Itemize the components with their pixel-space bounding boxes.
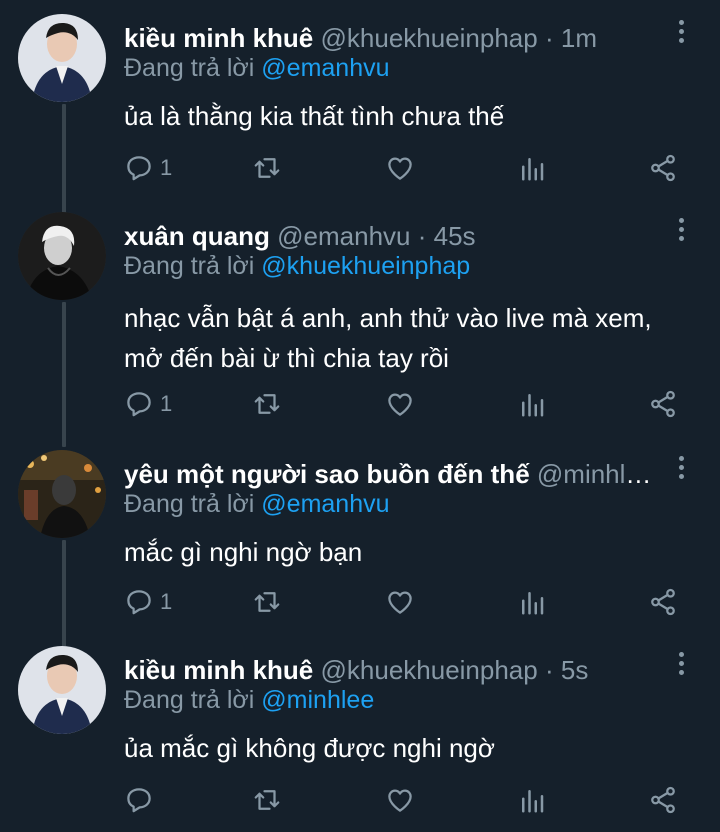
timestamp[interactable]: 1m bbox=[561, 23, 597, 53]
action-bar: 1 bbox=[0, 584, 720, 620]
replying-to: Đang trả lời @emanhvu bbox=[124, 486, 390, 522]
reply-button[interactable] bbox=[124, 782, 160, 818]
reply-icon bbox=[127, 788, 151, 813]
action-bar: 1 bbox=[0, 386, 720, 422]
share-icon bbox=[651, 154, 675, 182]
like-button[interactable] bbox=[385, 782, 415, 818]
mention-link[interactable]: @emanhvu bbox=[261, 54, 389, 82]
heart-icon bbox=[388, 393, 412, 416]
display-name[interactable]: xuân quang bbox=[124, 221, 270, 251]
share-button[interactable] bbox=[648, 584, 678, 620]
like-button[interactable] bbox=[385, 150, 415, 186]
reply-count: 1 bbox=[160, 155, 173, 180]
tweet-text: ủa là thằng kia thất tình chưa thế bbox=[124, 101, 505, 131]
reply-button[interactable]: 1 bbox=[124, 386, 172, 422]
like-button[interactable] bbox=[385, 386, 415, 422]
analytics-button[interactable] bbox=[517, 386, 547, 422]
user-handle[interactable]: @khuekhueinphap bbox=[321, 23, 538, 53]
avatar-image bbox=[18, 14, 106, 102]
avatar[interactable] bbox=[18, 212, 106, 300]
avatar-image bbox=[18, 450, 106, 538]
reply-count: 1 bbox=[160, 589, 173, 614]
action-bar: 1 bbox=[0, 150, 720, 186]
separator-dot: · bbox=[544, 23, 554, 53]
analytics-icon bbox=[522, 158, 544, 181]
heart-icon bbox=[388, 157, 412, 180]
reply-count: 1 bbox=[160, 391, 173, 416]
tweet[interactable]: yêu một người sao buồn đến thế @minhlee … bbox=[0, 436, 720, 636]
share-button[interactable] bbox=[648, 782, 678, 818]
replying-to: Đang trả lời @khuekhueinphap bbox=[124, 248, 470, 284]
share-button[interactable] bbox=[648, 386, 678, 422]
tweet-text: ủa mắc gì không được nghi ngờ bbox=[124, 733, 495, 763]
retweet-icon bbox=[254, 394, 280, 414]
replying-to: Đang trả lời @emanhvu bbox=[124, 50, 390, 86]
mention-link[interactable]: @minhlee bbox=[261, 686, 374, 714]
replying-to-label: Đang trả lời bbox=[124, 686, 255, 714]
separator-dot: · bbox=[417, 221, 427, 251]
analytics-icon bbox=[522, 394, 544, 417]
retweet-button[interactable] bbox=[252, 584, 282, 620]
retweet-icon bbox=[254, 790, 280, 810]
display-name[interactable]: yêu một người sao buồn đến thế bbox=[124, 459, 530, 489]
share-icon bbox=[651, 390, 675, 418]
retweet-button[interactable] bbox=[252, 150, 282, 186]
avatar[interactable] bbox=[18, 646, 106, 734]
more-options-icon[interactable] bbox=[676, 218, 686, 248]
replying-to-label: Đang trả lời bbox=[124, 54, 255, 82]
mention-link[interactable]: @khuekhueinphap bbox=[261, 252, 470, 280]
analytics-button[interactable] bbox=[517, 584, 547, 620]
timestamp[interactable]: 45s bbox=[434, 221, 476, 251]
analytics-icon bbox=[522, 592, 544, 615]
tweet-text: mắc gì nghi ngờ bạn bbox=[124, 537, 363, 567]
analytics-icon bbox=[522, 790, 544, 813]
mention-link[interactable]: @emanhvu bbox=[261, 490, 389, 518]
replying-to-label: Đang trả lời bbox=[124, 490, 255, 518]
user-handle[interactable]: @minhlee bbox=[537, 459, 654, 489]
reply-button[interactable]: 1 bbox=[124, 150, 172, 186]
like-button[interactable] bbox=[385, 584, 415, 620]
reply-icon bbox=[127, 156, 151, 181]
analytics-button[interactable] bbox=[517, 782, 547, 818]
avatar-image bbox=[18, 646, 106, 734]
tweet[interactable]: kiều minh khuê @khuekhueinphap · 1m Đang… bbox=[0, 0, 720, 200]
share-icon bbox=[651, 588, 675, 616]
display-name[interactable]: kiều minh khuê bbox=[124, 23, 313, 53]
retweet-icon bbox=[254, 592, 280, 612]
separator-dot: · bbox=[544, 655, 554, 685]
user-handle[interactable]: @emanhvu bbox=[277, 221, 410, 251]
heart-icon bbox=[388, 591, 412, 614]
action-bar bbox=[0, 782, 720, 818]
avatar[interactable] bbox=[18, 14, 106, 102]
tweet-text: nhạc vẫn bật á anh, anh thử vào live mà … bbox=[124, 303, 652, 373]
replying-to-label: Đang trả lời bbox=[124, 252, 255, 280]
reply-button[interactable]: 1 bbox=[124, 584, 172, 620]
avatar-image bbox=[18, 212, 106, 300]
share-icon bbox=[651, 786, 675, 814]
reply-icon bbox=[127, 590, 151, 615]
heart-icon bbox=[388, 789, 412, 812]
share-button[interactable] bbox=[648, 150, 678, 186]
user-handle[interactable]: @khuekhueinphap bbox=[321, 655, 538, 685]
reply-icon bbox=[127, 392, 151, 417]
separator-dot: · bbox=[662, 459, 664, 489]
timestamp[interactable]: 5s bbox=[561, 655, 588, 685]
display-name[interactable]: kiều minh khuê bbox=[124, 655, 313, 685]
analytics-button[interactable] bbox=[517, 150, 547, 186]
replying-to: Đang trả lời @minhlee bbox=[124, 682, 374, 718]
tweet[interactable]: kiều minh khuê @khuekhueinphap · 5s Đang… bbox=[0, 632, 720, 832]
more-options-icon[interactable] bbox=[676, 20, 686, 50]
avatar[interactable] bbox=[18, 450, 106, 538]
retweet-button[interactable] bbox=[252, 782, 282, 818]
retweet-button[interactable] bbox=[252, 386, 282, 422]
more-options-icon[interactable] bbox=[676, 456, 686, 486]
more-options-icon[interactable] bbox=[676, 652, 686, 682]
retweet-icon bbox=[254, 158, 280, 178]
tweet[interactable]: xuân quang @emanhvu · 45s Đang trả lời @… bbox=[0, 198, 720, 438]
